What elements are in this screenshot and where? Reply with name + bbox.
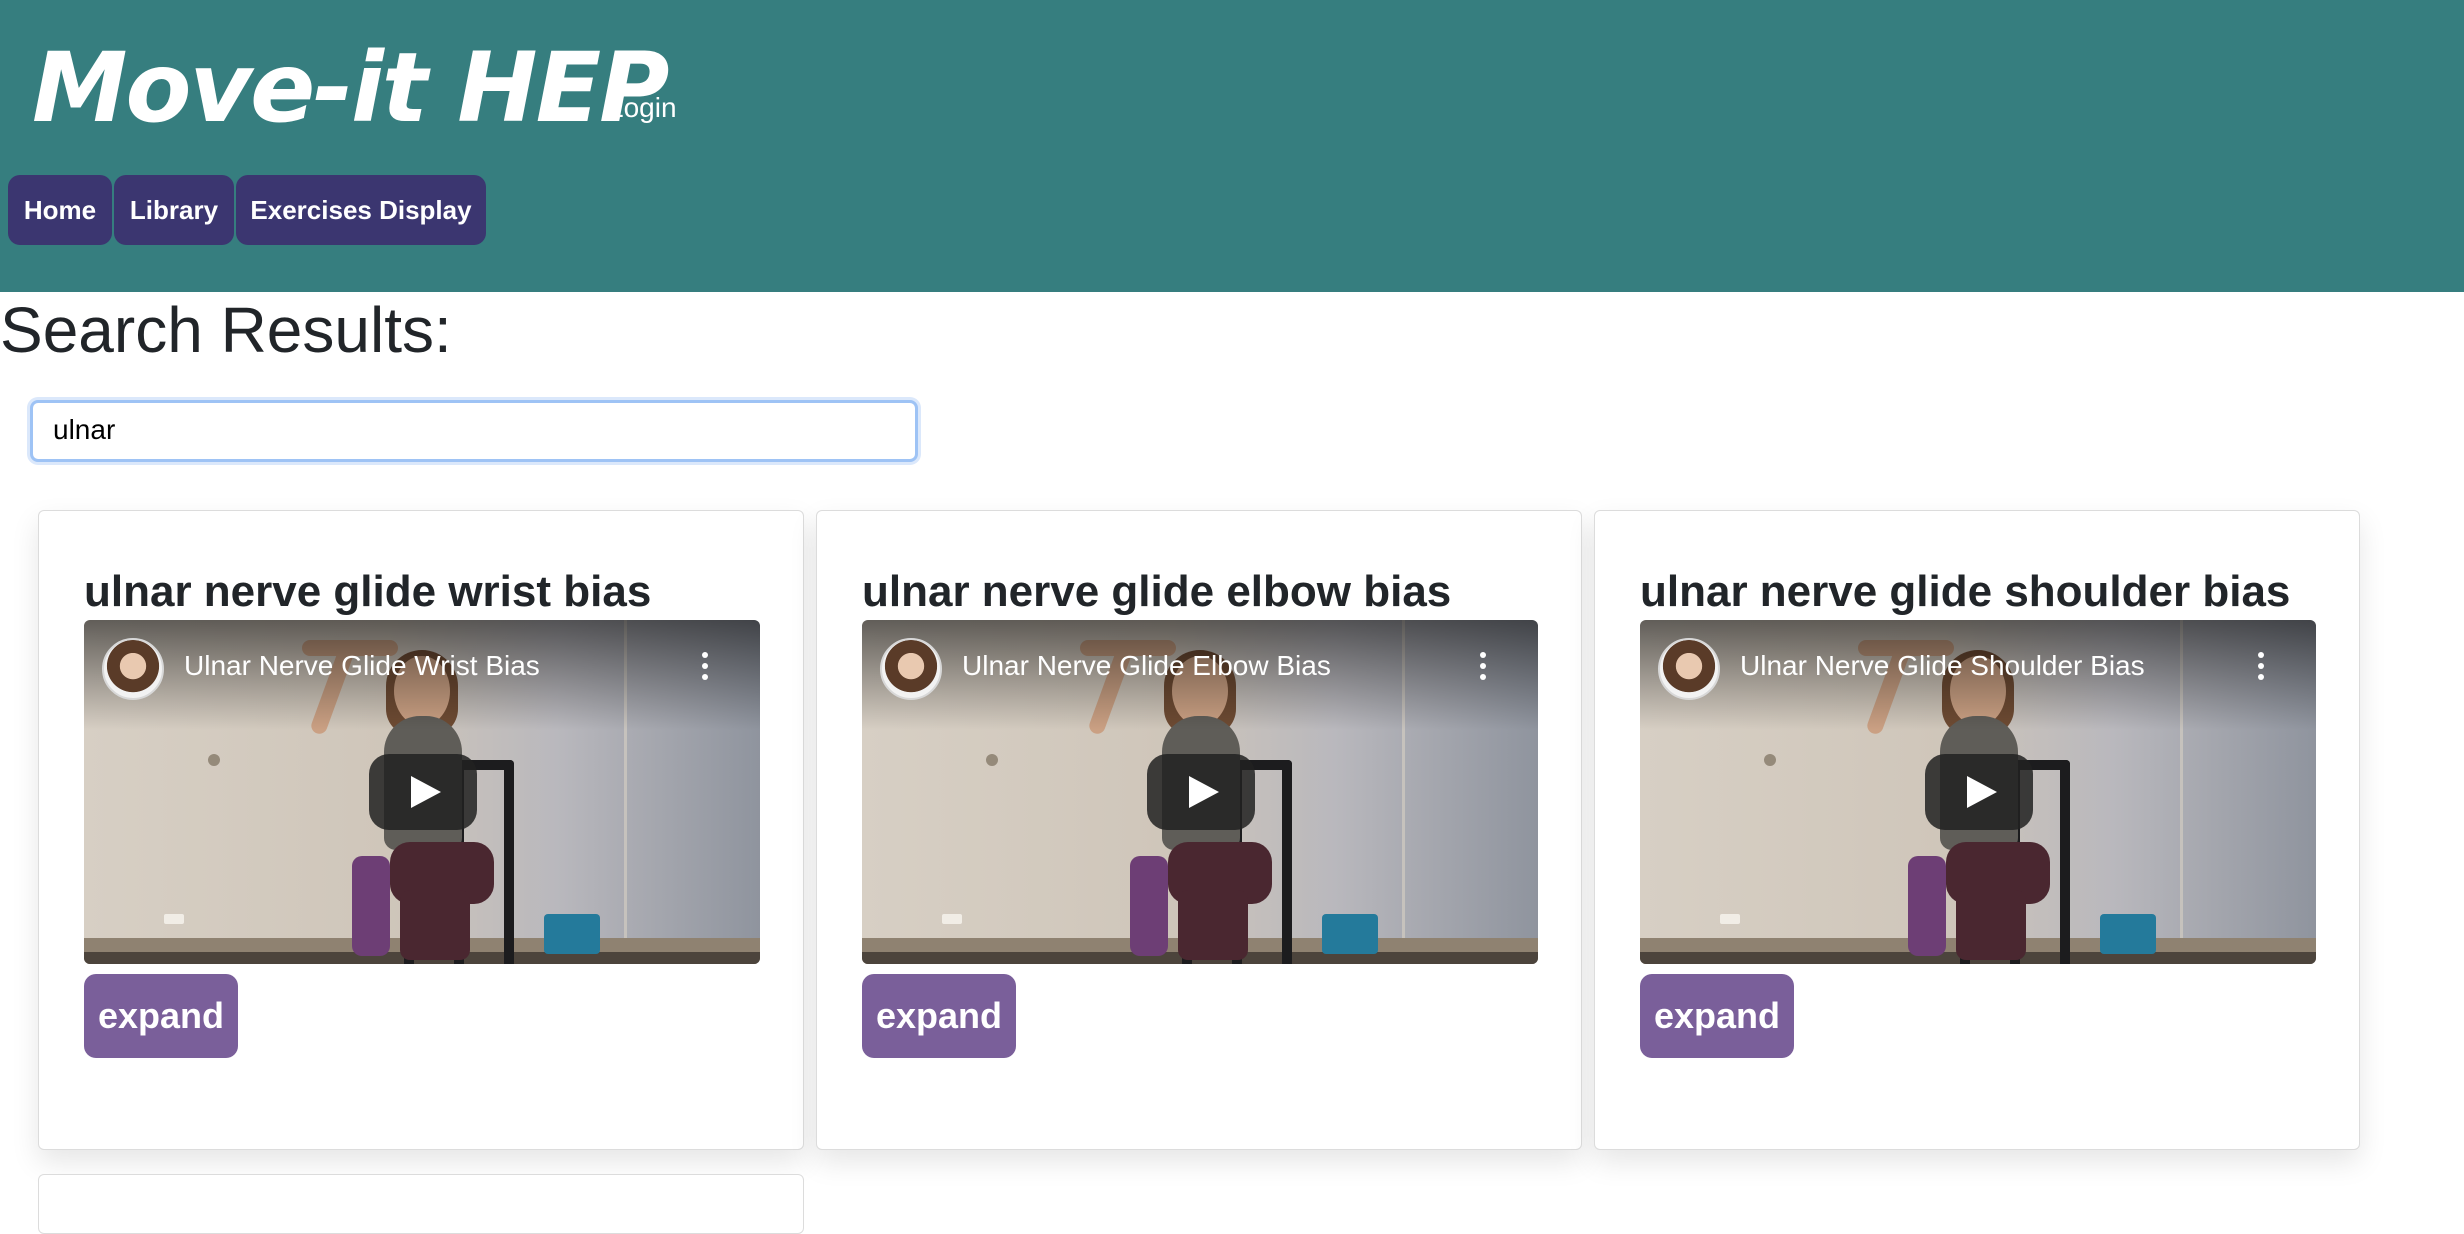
channel-avatar[interactable]	[102, 638, 164, 700]
channel-avatar[interactable]	[1658, 638, 1720, 700]
result-card: ulnar nerve glide wrist bias Ulnar Nerve…	[38, 510, 804, 1150]
page-title: Search Results:	[0, 294, 452, 366]
search-input[interactable]	[33, 403, 893, 457]
nav-home-button[interactable]: Home	[8, 175, 112, 245]
video-player[interactable]: Ulnar Nerve Glide Wrist Bias	[84, 620, 760, 964]
video-player[interactable]: Ulnar Nerve Glide Shoulder Bias	[1640, 620, 2316, 964]
expand-button[interactable]: expand	[862, 974, 1016, 1058]
site-logo[interactable]: Move-it HEP	[32, 28, 670, 148]
result-card	[38, 1174, 804, 1234]
result-card: ulnar nerve glide shoulder bias Ulnar Ne…	[1594, 510, 2360, 1150]
result-card: ulnar nerve glide elbow bias Ulnar Nerve…	[816, 510, 1582, 1150]
play-icon[interactable]	[1147, 754, 1255, 830]
main-nav: Home Library Exercises Display	[8, 175, 486, 245]
video-title[interactable]: Ulnar Nerve Glide Shoulder Bias	[1740, 650, 2145, 682]
login-link[interactable]: Login	[608, 92, 677, 124]
play-icon[interactable]	[369, 754, 477, 830]
video-title[interactable]: Ulnar Nerve Glide Elbow Bias	[962, 650, 1331, 682]
channel-avatar[interactable]	[880, 638, 942, 700]
more-vertical-icon[interactable]	[2258, 652, 2266, 686]
expand-button[interactable]: expand	[84, 974, 238, 1058]
expand-button[interactable]: expand	[1640, 974, 1794, 1058]
video-player[interactable]: Ulnar Nerve Glide Elbow Bias	[862, 620, 1538, 964]
video-title[interactable]: Ulnar Nerve Glide Wrist Bias	[184, 650, 540, 682]
more-vertical-icon[interactable]	[1480, 652, 1488, 686]
result-title: ulnar nerve glide wrist bias	[84, 567, 652, 616]
result-title: ulnar nerve glide elbow bias	[862, 567, 1452, 616]
search-field[interactable]	[30, 400, 918, 462]
more-vertical-icon[interactable]	[702, 652, 710, 686]
play-icon[interactable]	[1925, 754, 2033, 830]
site-header: Move-it HEP Login Home Library Exercises…	[0, 0, 2464, 292]
nav-library-button[interactable]: Library	[114, 175, 234, 245]
result-title: ulnar nerve glide shoulder bias	[1640, 567, 2291, 616]
nav-exercises-display-button[interactable]: Exercises Display	[236, 175, 486, 245]
